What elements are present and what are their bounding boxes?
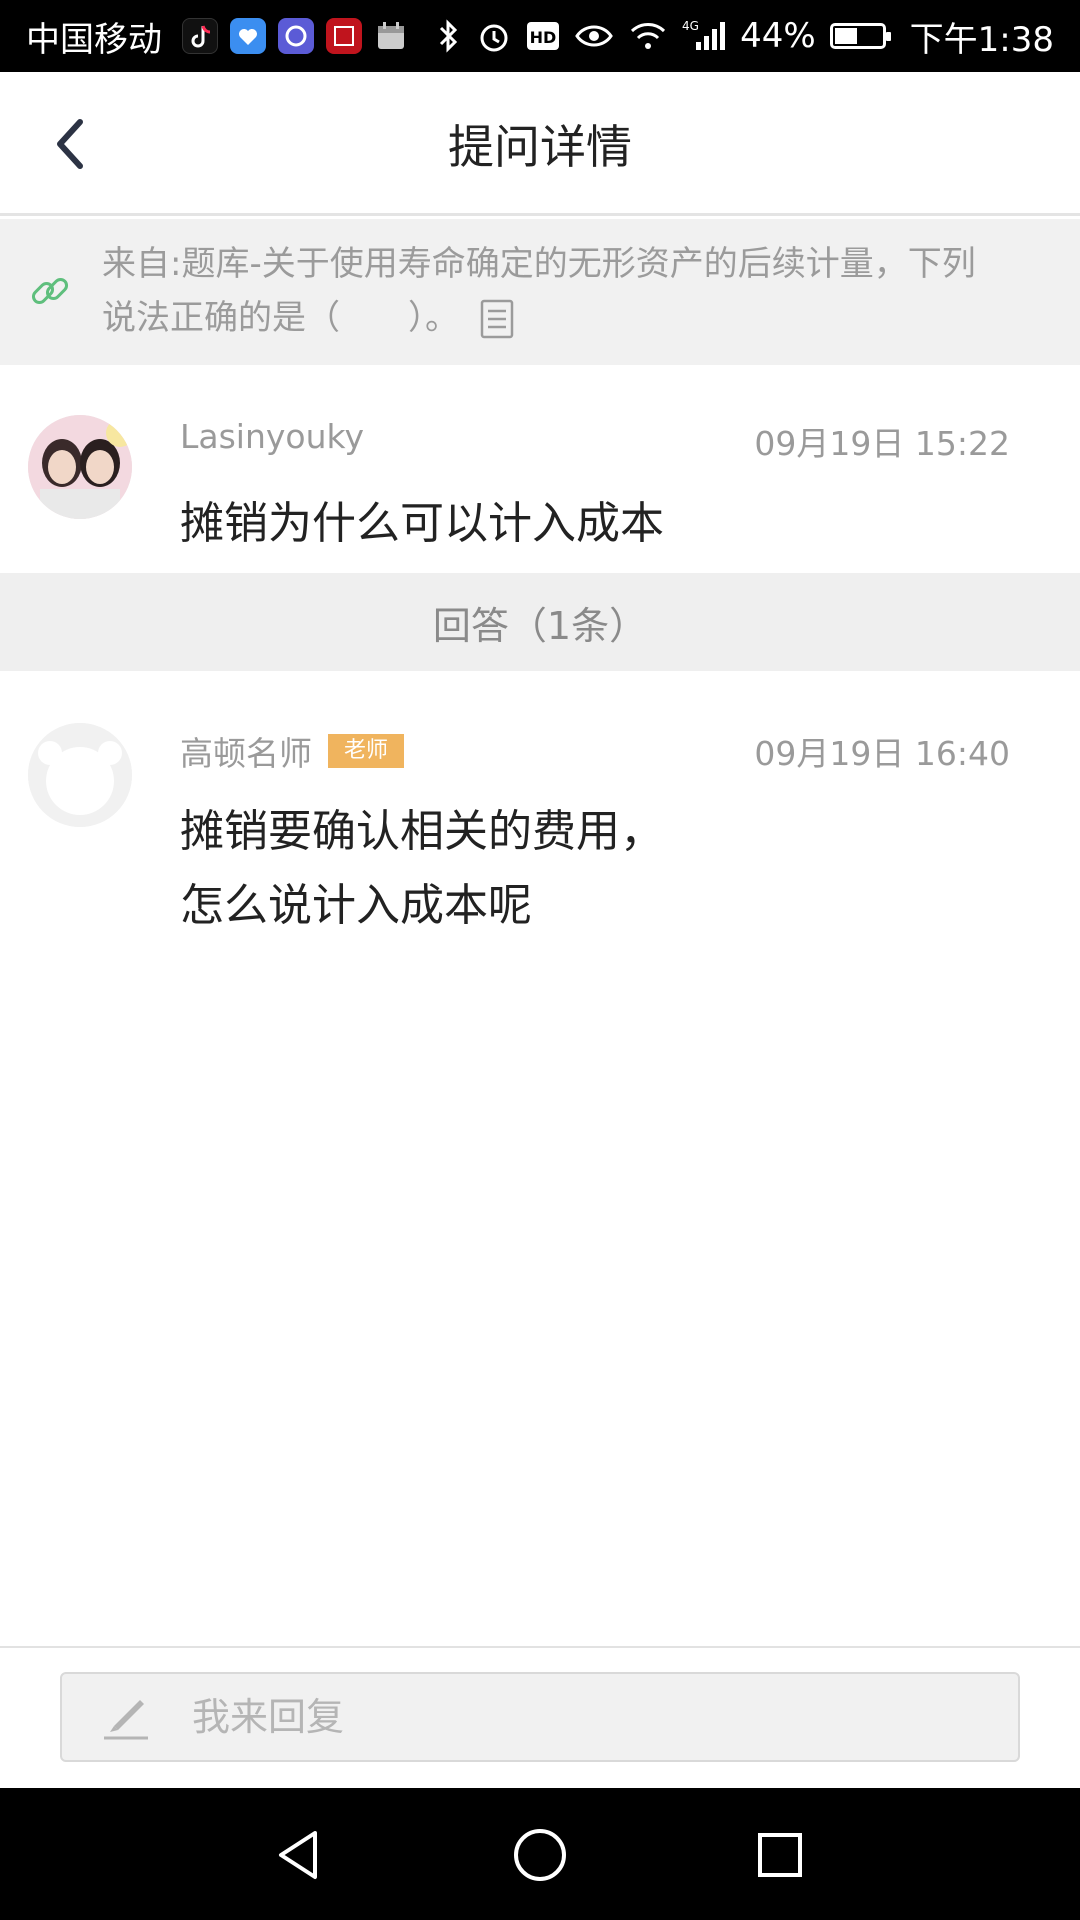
- answer-text-line: 摊销要确认相关的费用，: [180, 806, 664, 857]
- eye-icon: [574, 16, 614, 56]
- question-card: Lasinyouky 09月19日 15:22 摊销为什么可以计入成本: [0, 365, 1080, 573]
- pen-icon: [100, 1692, 152, 1748]
- status-bar: 中国移动 HD 4G 44% 下午1:38: [0, 0, 1080, 72]
- battery-percent: 44%: [740, 16, 816, 56]
- signal-icon: 4G: [682, 16, 726, 56]
- calendar-icon: [374, 16, 408, 56]
- avatar[interactable]: [28, 415, 132, 519]
- wifi-icon: [628, 16, 668, 56]
- document-icon[interactable]: [480, 299, 514, 355]
- app-heart-icon: [230, 18, 266, 54]
- answer-username[interactable]: 高顿名师: [180, 727, 312, 775]
- teacher-avatar[interactable]: [28, 723, 132, 827]
- hd-icon: HD: [526, 16, 560, 56]
- source-question-text: 来自:题库-关于使用寿命确定的无形资产的后续计量，下列说法正确的是（ ）。: [102, 244, 976, 338]
- clock: 下午1:38: [909, 19, 1054, 60]
- answer-text-line: 怎么说计入成本呢: [180, 880, 532, 931]
- reply-box[interactable]: [60, 1672, 1020, 1762]
- source-banner[interactable]: 来自:题库-关于使用寿命确定的无形资产的后续计量，下列说法正确的是（ ）。: [0, 219, 1080, 365]
- reply-bar: [0, 1646, 1080, 1788]
- network-type: 4G: [682, 19, 699, 33]
- teacher-badge: 老师: [328, 734, 405, 768]
- page-title: 提问详情: [448, 120, 632, 174]
- link-icon: [28, 269, 72, 317]
- app-header: 提问详情: [0, 72, 1080, 216]
- app-news-icon: [326, 18, 362, 54]
- circle-home-icon: [514, 1829, 566, 1881]
- reply-input[interactable]: [192, 1674, 972, 1760]
- question-username[interactable]: Lasinyouky: [180, 417, 364, 456]
- nav-back-button[interactable]: [264, 1820, 334, 1890]
- bluetooth-icon: [436, 16, 462, 56]
- answer-text: 摊销要确认相关的费用， 怎么说计入成本呢: [180, 795, 664, 943]
- answer-author: 高顿名师 老师: [180, 727, 405, 775]
- answer-timestamp: 09月19日 16:40: [754, 734, 1010, 773]
- app-swirl-icon: [278, 18, 314, 54]
- answers-count-header: 回答（1条）: [0, 573, 1080, 671]
- alarm-icon: [476, 16, 512, 56]
- triangle-back-icon: [279, 1831, 317, 1879]
- carrier-name: 中国移动: [26, 19, 162, 60]
- nav-recents-button[interactable]: [745, 1820, 815, 1890]
- battery-icon: [829, 23, 891, 49]
- navigation-bar: [0, 1788, 1080, 1920]
- tiktok-icon: [182, 18, 218, 54]
- question-text: 摊销为什么可以计入成本: [180, 498, 664, 549]
- nav-home-button[interactable]: [505, 1820, 575, 1890]
- square-recents-icon: [758, 1833, 802, 1877]
- source-text: 来自:题库-关于使用寿命确定的无形资产的后续计量，下列说法正确的是（ ）。: [102, 237, 1002, 355]
- page: 中国移动 HD 4G 44% 下午1:38 提问详情 来自:题库-关于使用寿命确…: [0, 0, 1080, 1920]
- question-timestamp: 09月19日 15:22: [754, 424, 1010, 463]
- svg-text:HD: HD: [530, 28, 557, 47]
- answer-item: 高顿名师 老师 09月19日 16:40 摊销要确认相关的费用， 怎么说计入成本…: [0, 671, 1080, 971]
